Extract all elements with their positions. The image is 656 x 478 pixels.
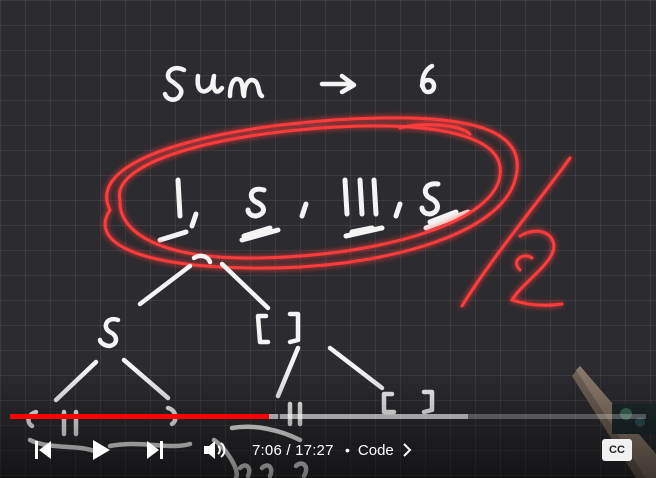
chapter-button[interactable]: • Code [345,428,412,472]
skip-next-icon [147,441,163,459]
control-bar: 7:06 / 17:27 • Code [0,428,656,472]
chapter-marker [278,414,280,419]
video-player[interactable]: 7:06 / 17:27 • Code CC [0,0,656,478]
time-separator: / [282,441,296,459]
skip-previous-icon [35,441,51,459]
chapter-separator: • [345,442,350,458]
volume-icon [204,441,226,459]
played-bar [10,414,270,419]
play-button[interactable] [84,428,118,472]
total-time: 17:27 [295,441,334,459]
cc-label: CC [609,444,625,456]
next-button[interactable] [138,428,172,472]
time-display: 7:06 / 17:27 [252,428,334,472]
handwriting-sum [162,63,437,102]
play-icon [93,440,110,460]
subtitles-button[interactable]: CC [602,439,632,461]
chevron-right-icon [403,443,412,457]
previous-button[interactable] [26,428,60,472]
current-time: 7:06 [252,441,282,459]
chapter-title: Code [357,441,394,459]
progress-bar[interactable] [10,414,646,419]
volume-button[interactable] [198,428,232,472]
handwriting-list [157,177,471,243]
